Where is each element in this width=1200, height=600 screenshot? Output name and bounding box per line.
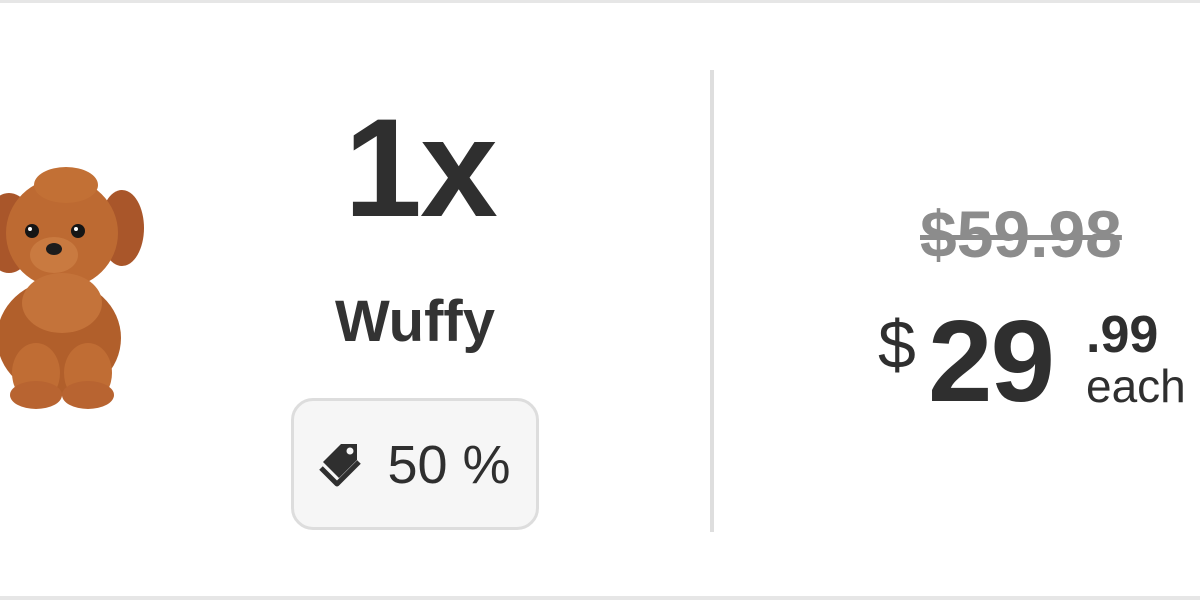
original-price: $59.98	[920, 197, 1122, 271]
price-whole: 29	[928, 296, 1055, 426]
section-divider	[710, 70, 714, 532]
product-name: Wuffy	[334, 289, 495, 354]
item-quantity: 1x	[344, 89, 498, 246]
currency-symbol: $	[878, 307, 916, 383]
price-unit: each	[1086, 360, 1186, 412]
discount-percentage: 50 %	[387, 435, 511, 495]
discount-badge: 50 %	[291, 398, 539, 530]
cart-item-card: 1x Wuffy 50 % $59.98 $ 29 .99 each	[0, 0, 1200, 600]
tag-icon	[319, 444, 362, 487]
plush-puppy-image	[0, 167, 144, 409]
price-cents: .99	[1086, 306, 1159, 364]
